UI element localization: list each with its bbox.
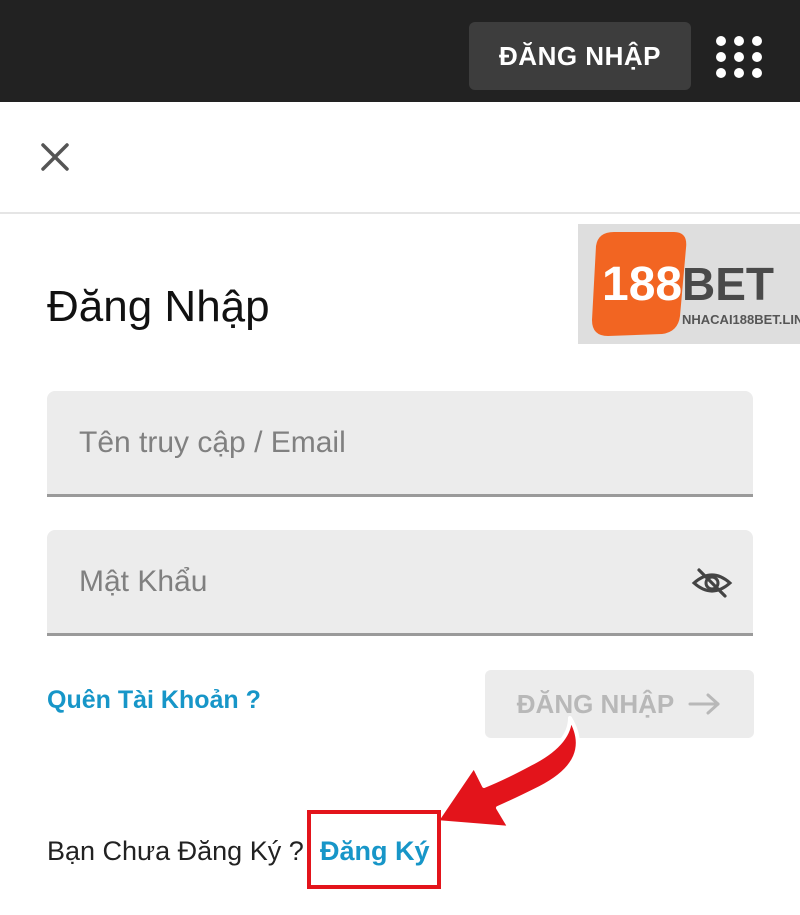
password-input[interactable] bbox=[47, 530, 753, 633]
eye-off-icon[interactable] bbox=[691, 566, 733, 600]
grid-dot bbox=[752, 36, 762, 46]
grid-dot bbox=[716, 52, 726, 62]
signup-link[interactable]: Đăng Ký bbox=[320, 836, 430, 867]
arrow-right-icon bbox=[688, 693, 720, 715]
brand-logo-word: BET bbox=[682, 258, 774, 310]
grid-dot bbox=[734, 36, 744, 46]
signup-question: Bạn Chưa Đăng Ký ? bbox=[47, 836, 304, 866]
username-field[interactable] bbox=[47, 391, 753, 497]
brand-logo-graphic: 188 BET NHACAI188BET.LINK bbox=[592, 232, 800, 336]
forgot-account-link[interactable]: Quên Tài Khoản ? bbox=[47, 686, 261, 715]
brand-logo-number: 188 bbox=[602, 258, 682, 311]
brand-logo: 188 BET NHACAI188BET.LINK bbox=[578, 224, 800, 344]
grid-dot bbox=[752, 68, 762, 78]
grid-dot bbox=[752, 52, 762, 62]
header-login-button[interactable]: ĐĂNG NHẬP bbox=[469, 22, 691, 90]
username-input[interactable] bbox=[47, 391, 753, 494]
close-icon[interactable] bbox=[38, 140, 72, 174]
grid-dot bbox=[734, 68, 744, 78]
apps-grid-icon[interactable] bbox=[716, 36, 762, 78]
modal-header bbox=[0, 102, 800, 214]
grid-dot bbox=[716, 68, 726, 78]
password-field[interactable] bbox=[47, 530, 753, 636]
grid-dot bbox=[716, 36, 726, 46]
grid-dot bbox=[734, 52, 744, 62]
brand-site-text: NHACAI188BET.LINK bbox=[682, 312, 800, 327]
page-title: Đăng Nhập bbox=[47, 282, 270, 331]
top-bar: ĐĂNG NHẬP bbox=[0, 0, 800, 102]
annotation-arrow-icon bbox=[434, 716, 580, 830]
